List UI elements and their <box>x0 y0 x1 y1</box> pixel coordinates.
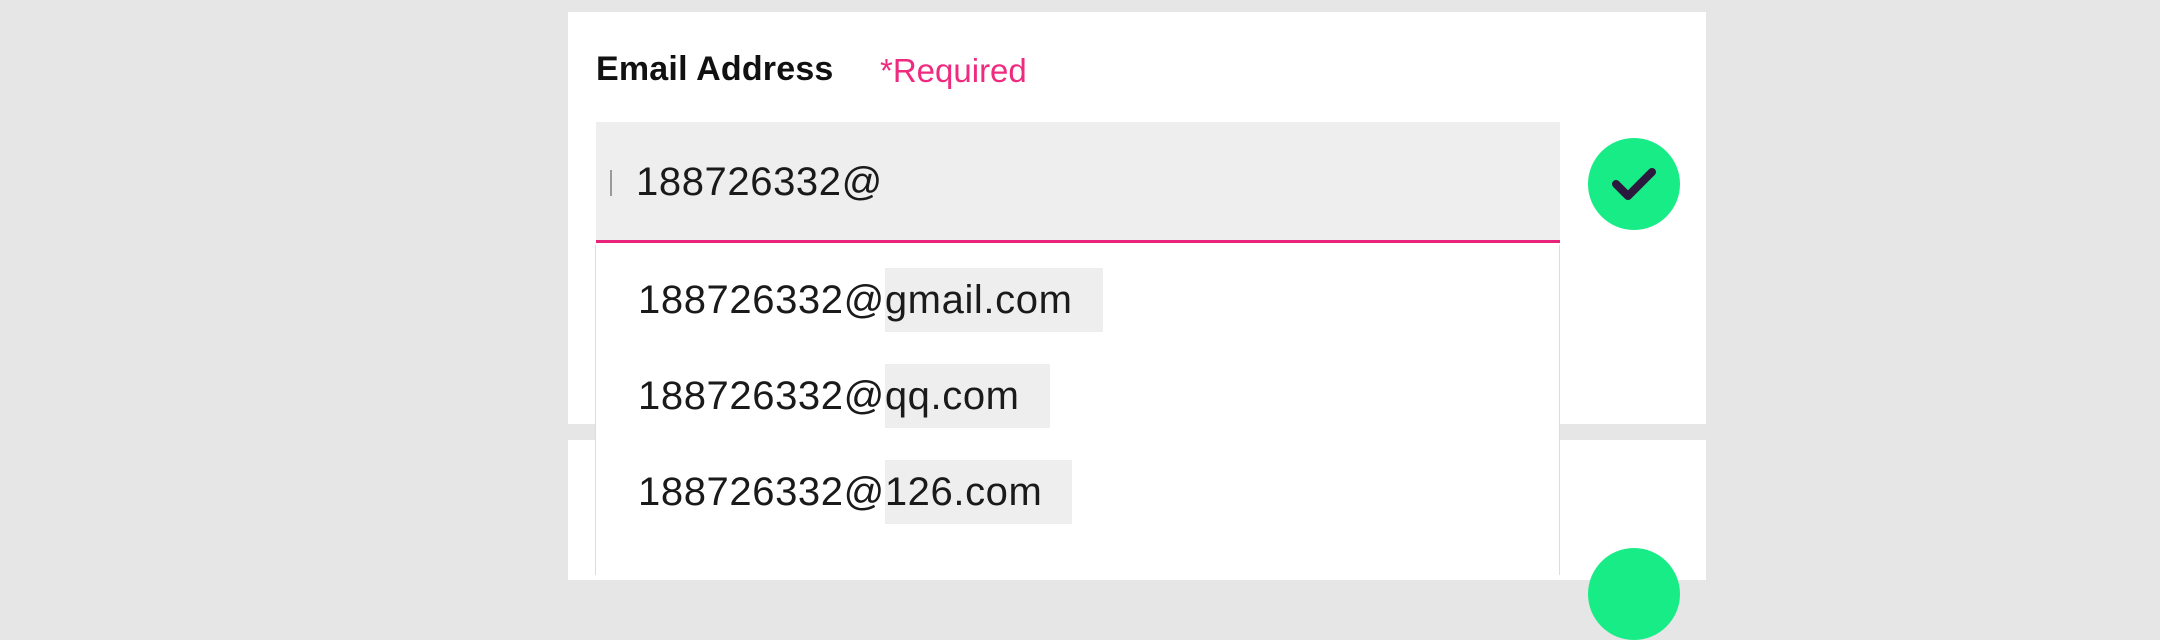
suggestion-local-part: 188726332@ <box>638 469 885 514</box>
suggestion-item[interactable]: 188726332@ qq.com <box>638 364 1050 428</box>
suggestion-local-part: 188726332@ <box>638 277 885 322</box>
suggestion-domain: 126.com <box>884 460 1073 524</box>
suggestion-item[interactable]: 188726332@ gmail.com <box>638 268 1103 332</box>
suggestion-local-part: 188726332@ <box>638 373 885 418</box>
email-suggestions-dropdown: 188726332@ gmail.com 188726332@ qq.com 188… <box>595 245 1560 575</box>
valid-check-badge <box>1588 138 1680 230</box>
email-label: Email Address <box>596 50 834 88</box>
email-input-value: 188726332@ <box>636 160 883 204</box>
valid-check-badge-2 <box>1588 548 1680 640</box>
suggestion-item[interactable]: 188726332@ 126.com <box>638 460 1073 524</box>
suggestion-domain: qq.com <box>884 364 1050 428</box>
suggestion-domain: gmail.com <box>884 268 1103 332</box>
check-icon <box>1612 168 1656 200</box>
input-caret <box>610 170 612 196</box>
email-input[interactable]: 188726332@ <box>596 122 1560 243</box>
required-indicator: *Required <box>880 52 1027 89</box>
